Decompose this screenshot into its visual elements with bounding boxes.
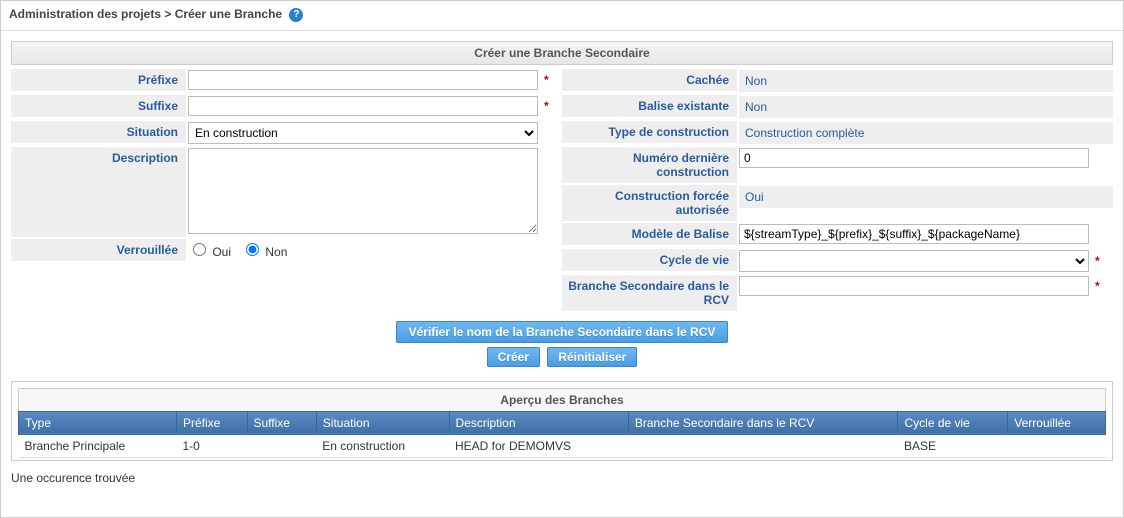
situation-label: Situation [11,121,186,143]
lifecycle-label: Cycle de vie [562,249,737,271]
last-build-input[interactable] [739,148,1089,168]
result-count: Une occurence trouvée [1,465,1123,493]
verify-button[interactable]: Vérifier le nom de la Branche Secondaire… [396,321,729,343]
suffix-label: Suffixe [11,95,186,117]
table-title: Aperçu des Branches [18,388,1106,411]
panel-title: Créer une Branche Secondaire [11,41,1113,65]
locked-radio-yes[interactable]: Oui [188,240,231,259]
required-mark: * [1095,279,1100,293]
forced-build-label: Construction forcée autorisée [562,185,737,221]
table-row[interactable]: Branche Principale 1-0 En construction H… [19,434,1106,457]
cell-situation: En construction [316,434,449,457]
situation-select[interactable]: En construction [188,122,538,144]
build-type-value: Construction complète [739,122,1113,144]
col-locked[interactable]: Verrouillée [1008,411,1106,434]
locked-label: Verrouillée [11,239,186,261]
secondary-branch-input[interactable] [739,276,1089,296]
required-mark: * [544,99,549,113]
last-build-label: Numéro dernière construction [562,147,737,183]
forced-build-value: Oui [739,186,1113,208]
tag-model-label: Modèle de Balise [562,223,737,245]
cell-prefix: 1-0 [176,434,247,457]
hidden-label: Cachée [562,69,737,91]
prefix-input[interactable] [188,70,538,90]
suffix-input[interactable] [188,96,538,116]
secondary-branch-label: Branche Secondaire dans le RCV [562,275,737,311]
required-mark: * [544,73,549,87]
breadcrumb-parent[interactable]: Administration des projets [9,7,161,21]
cell-lifecycle: BASE [898,434,1008,457]
breadcrumb-sep: > [164,7,171,21]
prefix-label: Préfixe [11,69,186,91]
hidden-value: Non [739,70,1113,92]
col-situation[interactable]: Situation [316,411,449,434]
create-button[interactable]: Créer [487,347,540,367]
cell-secondary [628,434,898,457]
cell-description: HEAD for DEMOMVS [449,434,628,457]
col-type[interactable]: Type [19,411,177,434]
reset-button[interactable]: Réinitialiser [547,347,637,367]
cell-suffix [247,434,316,457]
col-prefix[interactable]: Préfixe [176,411,247,434]
cell-locked [1008,434,1106,457]
help-icon[interactable]: ? [289,8,303,22]
existing-tag-label: Balise existante [562,95,737,117]
tag-model-input[interactable] [739,224,1089,244]
description-label: Description [11,147,186,237]
col-secondary[interactable]: Branche Secondaire dans le RCV [628,411,898,434]
col-suffix[interactable]: Suffixe [247,411,316,434]
build-type-label: Type de construction [562,121,737,143]
breadcrumb-current: Créer une Branche [175,7,282,21]
existing-tag-value: Non [739,96,1113,118]
lifecycle-select[interactable] [739,250,1089,272]
branches-table: Type Préfixe Suffixe Situation Descripti… [18,411,1106,458]
locked-radio-no[interactable]: Non [241,240,287,259]
breadcrumb: Administration des projets > Créer une B… [1,1,1123,31]
description-textarea[interactable] [188,148,538,234]
col-description[interactable]: Description [449,411,628,434]
required-mark: * [1095,254,1100,268]
cell-type: Branche Principale [19,434,177,457]
col-lifecycle[interactable]: Cycle de vie [898,411,1008,434]
